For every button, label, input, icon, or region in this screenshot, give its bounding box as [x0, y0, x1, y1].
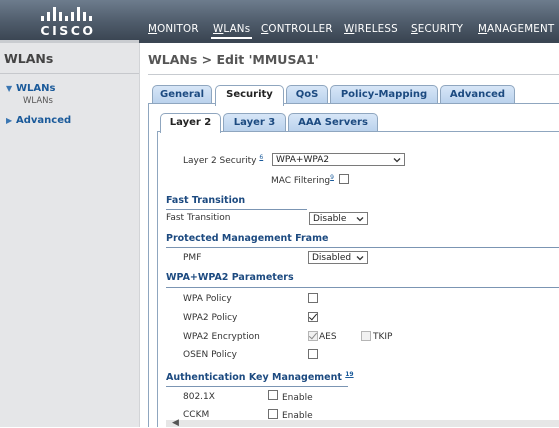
subtab-layer2[interactable]: Layer 2 [160, 113, 221, 133]
cisco-bars-icon [40, 5, 96, 21]
pmf-select[interactable]: Disabled [308, 251, 368, 264]
fast-transition-label: Fast Transition [166, 213, 231, 223]
tab-advanced[interactable]: Advanced [440, 85, 515, 104]
aes-label: AES [319, 332, 337, 342]
section-pmf: Protected Management Frame [166, 233, 329, 244]
page-title: WLANs > Edit 'MMUSA1' [148, 52, 319, 67]
osen-policy-checkbox[interactable] [308, 349, 318, 359]
sidebar-item-label: Advanced [16, 115, 72, 126]
layer2-security-label: Layer 2 Security 6 [183, 154, 264, 166]
wpa-policy-label: WPA Policy [183, 294, 232, 304]
cisco-logo: CISCO [40, 5, 96, 38]
nav-management[interactable]: MANAGEMENT [478, 23, 554, 35]
sidebar-title: WLANs [4, 51, 54, 66]
layer2-security-value: WPA+WPA2 [276, 155, 330, 165]
mac-filtering-label: MAC Filtering9 [271, 174, 334, 186]
tkip-checkbox[interactable] [361, 331, 371, 341]
cisco-logo-text: CISCO [40, 23, 96, 38]
title-divider [148, 74, 559, 75]
dot1x-enable-label: Enable [282, 393, 313, 403]
tab-general[interactable]: General [152, 85, 212, 104]
fast-transition-select[interactable]: Disable [309, 212, 368, 225]
tab-security[interactable]: Security [215, 85, 284, 106]
chevron-down-icon [356, 217, 364, 222]
section-divider [166, 386, 348, 387]
dot1x-label: 802.1X [183, 392, 215, 402]
help-link-6[interactable]: 6 [259, 154, 263, 161]
section-akm: Authentication Key Management 19 [166, 371, 354, 384]
pmf-value: Disabled [312, 253, 352, 263]
tab-policy-mapping[interactable]: Policy-Mapping [330, 85, 438, 104]
dot1x-enable-checkbox[interactable] [268, 390, 278, 400]
cckm-label: CCKM [183, 410, 210, 420]
fast-transition-value: Disable [313, 214, 347, 224]
horizontal-scrollbar[interactable]: ◀ [166, 419, 559, 428]
nav-security[interactable]: SECURITY [411, 23, 463, 35]
section-wpa-parameters: WPA+WPA2 Parameters [166, 272, 294, 283]
section-divider [166, 287, 559, 288]
sidebar-item-advanced[interactable]: ▶ Advanced [6, 115, 71, 126]
triangle-right-icon: ▶ [6, 116, 13, 125]
scroll-left-icon[interactable]: ◀ [172, 419, 179, 428]
nav-wlans[interactable]: WLANs [210, 23, 253, 39]
wpa2-policy-label: WPA2 Policy [183, 313, 238, 323]
subtab-aaa-servers[interactable]: AAA Servers [288, 113, 378, 132]
sidebar-divider [0, 73, 139, 74]
help-link-19[interactable]: 19 [345, 371, 353, 378]
subtab-layer3[interactable]: Layer 3 [223, 113, 286, 132]
aes-checkbox[interactable] [308, 331, 318, 341]
section-divider [166, 247, 559, 248]
pmf-label: PMF [183, 253, 202, 263]
wpa2-encryption-label: WPA2 Encryption [183, 332, 260, 342]
chevron-down-icon [393, 158, 401, 163]
tkip-label: TKIP [373, 332, 393, 342]
chevron-down-icon [356, 256, 364, 261]
section-fast-transition: Fast Transition [166, 195, 246, 206]
sidebar: WLANs ▼ WLANs WLANs ▶ Advanced [0, 43, 140, 427]
nav-wireless[interactable]: WIRELESS [344, 23, 398, 35]
top-banner: CISCO MONITOR WLANs CONTROLLER WIRELESS … [0, 0, 559, 40]
wpa-policy-checkbox[interactable] [308, 293, 318, 303]
tab-qos[interactable]: QoS [286, 85, 328, 104]
triangle-down-icon: ▼ [6, 84, 13, 93]
nav-monitor[interactable]: MONITOR [148, 23, 199, 35]
nav-controller[interactable]: CONTROLLER [261, 23, 333, 35]
section-divider [166, 209, 307, 210]
cckm-enable-checkbox[interactable] [268, 409, 278, 419]
sidebar-item-wlans[interactable]: ▼ WLANs [6, 83, 55, 94]
help-link-9[interactable]: 9 [330, 174, 334, 181]
mac-filtering-checkbox[interactable] [339, 174, 349, 184]
sidebar-subitem-wlans[interactable]: WLANs [23, 96, 53, 106]
sidebar-item-label: WLANs [16, 83, 56, 94]
osen-policy-label: OSEN Policy [183, 350, 237, 360]
layer2-security-select[interactable]: WPA+WPA2 [272, 153, 405, 166]
wpa2-policy-checkbox[interactable] [308, 312, 318, 322]
